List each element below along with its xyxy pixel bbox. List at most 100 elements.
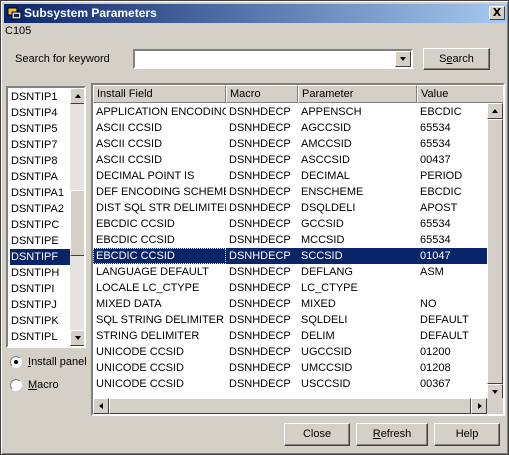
table-cell: DIST SQL STR DELIMITER: [96, 202, 226, 214]
table-row[interactable]: STRING DELIMITER DSNHDECP DELIM DEFAULT: [93, 328, 487, 344]
search-button[interactable]: Search: [423, 48, 490, 70]
refresh-button-label: Refresh: [372, 428, 412, 440]
panel-list-item[interactable]: DSNTIPA2: [10, 201, 73, 217]
table-row[interactable]: ASCII CCSID DSNHDECP AMCCSID 65534: [93, 136, 487, 152]
table-cell: STRING DELIMITER: [96, 330, 200, 342]
table-cell: DSNHDECP: [229, 154, 291, 166]
table-cell: DSNHDECP: [229, 250, 291, 262]
column-header-install-field[interactable]: Install Field: [93, 85, 226, 103]
macro-radio-circle[interactable]: [10, 379, 22, 391]
panel-list-item[interactable]: DSNTIPH: [10, 265, 73, 281]
panel-list-item[interactable]: DSNTIP7: [10, 137, 73, 153]
table-scroll-right-button[interactable]: [471, 398, 487, 414]
table-row[interactable]: UNICODE CCSID DSNHDECP UGCCSID 01200: [93, 344, 487, 360]
table-cell: LOCALE LC_CTYPE: [96, 282, 200, 294]
table-row[interactable]: EBCDIC CCSID DSNHDECP MCCSID 65534: [93, 232, 487, 248]
panel-list-scrollbar[interactable]: [70, 88, 84, 346]
panel-list-item[interactable]: DSNTIP1: [10, 89, 73, 105]
panel-list-item[interactable]: DSNTIPC: [10, 217, 73, 233]
panel-list-item[interactable]: DSNTIPA1: [10, 185, 73, 201]
table-cell: ASCII CCSID: [96, 138, 163, 150]
table-row[interactable]: SQL STRING DELIMITER DSNHDECP SQLDELI DEFAU…: [93, 312, 487, 328]
table-row[interactable]: ASCII CCSID DSNHDECP AGCCSID 65534: [93, 120, 487, 136]
table-scroll-thumb[interactable]: [487, 119, 503, 384]
panel-list-item[interactable]: DSNTIPK: [10, 313, 73, 329]
table-row[interactable]: LOCALE LC_CTYPE DSNHDECP LC_CTYPE: [93, 280, 487, 296]
panel-list[interactable]: DSNTIP1 DSNTIP4 DSNTIP5 DSNTIP7 DSNTIP8 DSNTI…: [6, 86, 86, 348]
table-row[interactable]: UNICODE CCSID DSNHDECP USCCSID 00367: [93, 376, 487, 392]
close-button[interactable]: Close: [284, 423, 350, 446]
table-row[interactable]: ASCII CCSID DSNHDECP ASCCSID 00437: [93, 152, 487, 168]
table-cell: DSQLDELI: [301, 202, 356, 214]
table-cell: DSNHDECP: [229, 186, 291, 198]
refresh-button[interactable]: Refresh: [356, 423, 428, 446]
table-cell: 65534: [420, 218, 451, 230]
table-cell: DEF ENCODING SCHEME: [96, 186, 226, 198]
subsystem-parameters-window: Subsystem Parameters X C105 Search for k…: [0, 0, 509, 455]
table-scroll-up-button[interactable]: [487, 103, 503, 119]
table-horizontal-scrollbar[interactable]: [93, 398, 487, 414]
table-vertical-scrollbar[interactable]: [487, 103, 503, 400]
table-cell: APOST: [420, 202, 458, 214]
table-cell: DSNHDECP: [229, 362, 291, 374]
panel-list-item[interactable]: DSNTIP8: [10, 153, 73, 169]
table-cell: APPLICATION ENCODING: [96, 106, 226, 118]
table-cell: MIXED DATA: [96, 298, 162, 310]
table-cell: DEFAULT: [420, 330, 469, 342]
panel-list-item[interactable]: DSNTIP5: [10, 121, 73, 137]
panel-list-item[interactable]: DSNTIPJ: [10, 297, 73, 313]
arrow-up-icon: [75, 94, 81, 98]
chevron-down-icon: [400, 57, 406, 61]
panel-list-item[interactable]: DSNTIPE: [10, 233, 73, 249]
table-row[interactable]: EBCDIC CCSID DSNHDECP SCCSID 01047: [93, 248, 487, 264]
table-row[interactable]: APPLICATION ENCODING DSNHDECP APPENSCH EBCD…: [93, 104, 487, 120]
table-row[interactable]: EBCDIC CCSID DSNHDECP GCCSID 65534: [93, 216, 487, 232]
table-cell: AGCCSID: [301, 122, 352, 134]
panel-list-item[interactable]: DSNTIPL: [10, 329, 73, 345]
table-cell: DSNHDECP: [229, 138, 291, 150]
panel-list-item[interactable]: DSNTIPA: [10, 169, 73, 185]
table-row[interactable]: DIST SQL STR DELIMITER DSNHDECP DSQLDELI AP…: [93, 200, 487, 216]
table-cell: [417, 280, 487, 296]
install-panel-radio-circle[interactable]: [10, 356, 22, 368]
table-scroll-left-button[interactable]: [93, 398, 109, 414]
table-cell: 00367: [420, 378, 451, 390]
table-cell: DSNHDECP: [229, 234, 291, 246]
dropdown-arrow-button[interactable]: [395, 51, 411, 67]
table-cell: DSNHDECP: [229, 346, 291, 358]
table-row[interactable]: UNICODE CCSID DSNHDECP UMCCSID 01208: [93, 360, 487, 376]
subsystem-id-label: C105: [5, 25, 32, 37]
scroll-thumb[interactable]: [70, 190, 84, 256]
table-cell: 01047: [420, 250, 451, 262]
table-cell: EBCDIC CCSID: [93, 248, 226, 264]
search-keyword-combobox[interactable]: [133, 49, 413, 69]
column-header-value[interactable]: Value: [417, 85, 503, 103]
app-icon: [7, 7, 22, 20]
table-hscroll-thumb[interactable]: [109, 398, 471, 414]
column-header-macro[interactable]: Macro: [226, 85, 298, 103]
scroll-down-button[interactable]: [70, 330, 84, 346]
table-cell: MCCSID: [301, 234, 345, 246]
table-cell: AMCCSID: [301, 138, 352, 150]
panel-list-item[interactable]: DSNTIP4: [10, 105, 73, 121]
table-row[interactable]: DEF ENCODING SCHEME DSNHDECP ENSCHEME EBCDI…: [93, 184, 487, 200]
help-button[interactable]: Help: [434, 423, 500, 446]
table-cell: 65534: [420, 234, 451, 246]
panel-list-item[interactable]: DSNTIPF: [10, 249, 73, 265]
macro-radio-label: Macro: [28, 379, 59, 391]
scroll-up-button[interactable]: [70, 88, 84, 104]
table-row[interactable]: DECIMAL POINT IS DSNHDECP DECIMAL PERIOD: [93, 168, 487, 184]
table-cell: DSNHDECP: [229, 122, 291, 134]
table-row[interactable]: LANGUAGE DEFAULT DSNHDECP DEFLANG ASM: [93, 264, 487, 280]
table-cell: DSNHDECP: [229, 378, 291, 390]
arrow-down-icon: [492, 390, 498, 394]
table-cell: DSNHDECP: [229, 298, 291, 310]
title-bar[interactable]: Subsystem Parameters X: [4, 4, 507, 23]
column-header-parameter[interactable]: Parameter: [298, 85, 417, 103]
table-row[interactable]: MIXED DATA DSNHDECP MIXED NO: [93, 296, 487, 312]
table-cell: LC_CTYPE: [301, 282, 358, 294]
window-close-button[interactable]: X: [489, 6, 505, 20]
table-cell: 65534: [420, 138, 451, 150]
table-cell: ASM: [420, 266, 444, 278]
panel-list-item[interactable]: DSNTIPI: [10, 281, 73, 297]
